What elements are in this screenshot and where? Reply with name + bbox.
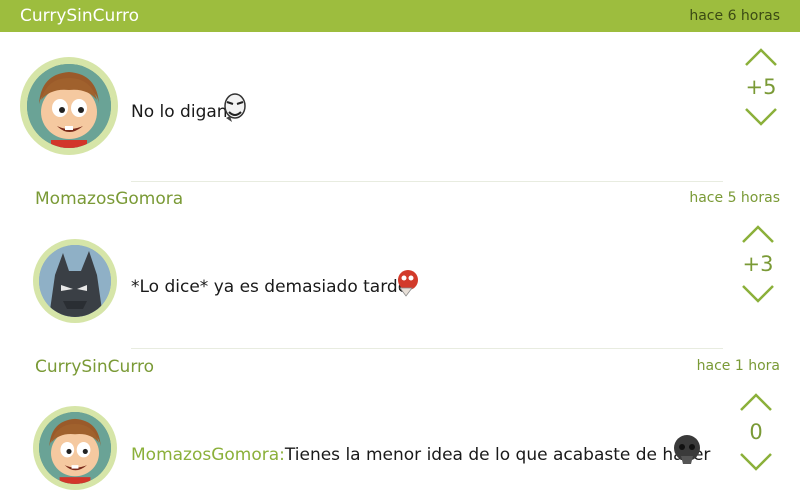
avatar[interactable] <box>33 239 117 323</box>
skull-face-icon <box>671 434 703 470</box>
username-link[interactable]: CurrySinCurro <box>35 357 154 377</box>
chevron-up-icon[interactable] <box>741 224 775 244</box>
vote-control: +3 <box>728 224 788 304</box>
vote-score: +3 <box>742 252 774 276</box>
avatar-image <box>39 412 111 484</box>
comment-text: No lo digan <box>131 102 228 122</box>
timestamp: hace 1 hora <box>696 358 780 374</box>
vote-control: +5 <box>731 47 791 127</box>
comment-text: MomazosGomora:Tienes la menor idea de lo… <box>131 445 710 465</box>
avatar-image <box>39 245 111 317</box>
timestamp: hace 6 horas <box>689 8 780 24</box>
meme-face-icon <box>222 92 248 128</box>
avatar[interactable] <box>20 57 118 155</box>
username-link[interactable]: MomazosGomora <box>35 189 183 209</box>
avatar-image <box>27 64 111 148</box>
vote-score: 0 <box>749 420 763 444</box>
username-link[interactable]: CurrySinCurro <box>20 6 139 26</box>
comment-header-bar: CurrySinCurro hace 6 horas <box>0 0 800 32</box>
divider <box>131 348 723 349</box>
comment-body: Tienes la menor idea de lo que acabaste … <box>284 445 711 465</box>
chevron-down-icon[interactable] <box>739 452 773 472</box>
vote-control: 0 <box>726 392 786 472</box>
chevron-up-icon[interactable] <box>744 47 778 67</box>
chevron-down-icon[interactable] <box>741 284 775 304</box>
avatar[interactable] <box>33 406 117 490</box>
meme-face-icon <box>394 268 420 302</box>
divider <box>131 181 723 182</box>
timestamp: hace 5 horas <box>689 190 780 206</box>
vote-score: +5 <box>745 75 777 99</box>
mention-link[interactable]: MomazosGomora: <box>131 445 285 465</box>
chevron-up-icon[interactable] <box>739 392 773 412</box>
comment-text: *Lo dice* ya es demasiado tarde <box>131 277 409 297</box>
chevron-down-icon[interactable] <box>744 107 778 127</box>
